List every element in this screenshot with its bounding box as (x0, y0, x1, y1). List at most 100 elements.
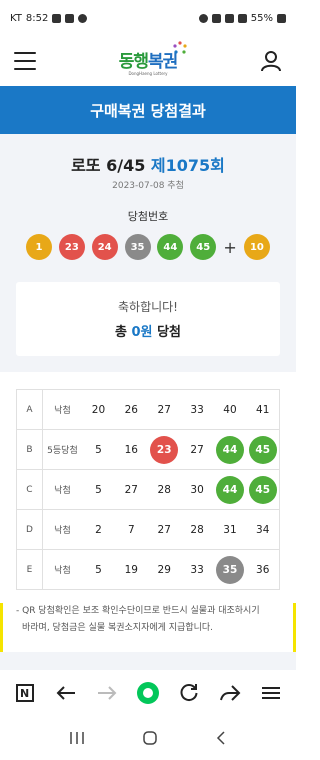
ticket-number: 28 (180, 509, 214, 550)
ticket-row: C 낙첨 5 27 28 30 44 45 (16, 469, 280, 510)
share-button[interactable] (217, 680, 243, 706)
plus-sign: + (223, 237, 237, 257)
back-button[interactable] (53, 680, 79, 706)
share-icon (220, 685, 241, 701)
ticket-number: 16 (114, 429, 148, 470)
ticket-result: 낙첨 (54, 406, 71, 416)
ticket-label: C (16, 469, 43, 510)
signal-icon (237, 13, 247, 23)
ticket-number: 29 (147, 549, 181, 590)
arrow-right-icon (97, 686, 117, 700)
ticket-label: D (16, 509, 43, 550)
ticket-number-cell: 23 (147, 429, 181, 470)
user-icon[interactable] (260, 50, 282, 72)
ticket-number: 27 (157, 403, 171, 416)
ticket-number-cell: 44 (213, 429, 247, 470)
ticket-label: B (16, 429, 43, 470)
green-dot-button[interactable] (135, 680, 161, 706)
home-icon[interactable] (142, 730, 158, 746)
menu-lines-icon (262, 687, 281, 699)
arrow-left-icon (56, 686, 75, 700)
bonus-ball: 10 (243, 234, 270, 260)
ticket-number-cell: 44 (213, 469, 247, 510)
ticket-number: 41 (256, 403, 270, 416)
ticket-row: D 낙첨 2 7 27 28 31 34 (16, 509, 280, 550)
congrats-text: 축하합니다! (117, 300, 178, 314)
page-footer-strip (0, 652, 296, 670)
ticket-number: 27 (114, 469, 148, 510)
ticket-number: 20 (91, 403, 106, 416)
winning-ball: 44 (157, 234, 184, 260)
ticket-number: 40 (223, 403, 237, 416)
logo-burst-icon (173, 40, 187, 54)
naver-home-button[interactable]: N (12, 680, 38, 706)
ticket-row: E 낙첨 5 19 29 33 35 36 (16, 549, 280, 590)
carrier-label: KT (10, 12, 22, 24)
matched-number-ball: 23 (150, 435, 179, 464)
ticket-number-cell: 45 (246, 469, 280, 510)
ticket-number: 5 (82, 469, 115, 510)
winning-ball: 23 (58, 234, 85, 260)
site-header: 동행복권 DongHaeng Lottery (0, 36, 296, 86)
browser-toolbar: N (0, 670, 296, 716)
ticket-number: 36 (246, 549, 280, 590)
ticket-label: E (16, 549, 43, 590)
system-nav-bar (0, 716, 296, 760)
round-title: 로또 6/45 제1075회 (71, 156, 225, 175)
matched-number-ball: 35 (215, 555, 244, 584)
app-notification-icon (65, 13, 75, 23)
ticket-result: 낙첨 (42, 509, 83, 550)
winning-ball: 35 (124, 234, 151, 260)
prize-summary: 축하합니다! 총 0원 당첨 (16, 282, 280, 356)
alarm-icon (198, 13, 208, 23)
matched-number-ball: 45 (248, 435, 277, 464)
ticket-number: 27 (180, 429, 214, 470)
battery-icon (277, 13, 286, 23)
ticket-number: 7 (114, 509, 148, 550)
page-title: 구매복권 당첨결과 (0, 86, 296, 134)
wifi-icon (224, 13, 234, 23)
matched-number-ball: 45 (248, 475, 277, 504)
refresh-button[interactable] (176, 680, 202, 706)
notice-text: - QR 당첨확인은 보조 확인수단이므로 반드시 실물과 대조하시기 바라며,… (16, 606, 260, 633)
gallery-icon (52, 13, 62, 23)
ticket-number: 5 (82, 429, 115, 470)
clock: 8:52 (25, 12, 49, 24)
naver-n-icon: N (15, 684, 34, 702)
winning-ball: 24 (91, 234, 118, 260)
ticket-number: 5 (82, 549, 115, 590)
status-bar: KT 8:52 55% (0, 0, 296, 36)
back-nav-icon[interactable] (215, 730, 227, 746)
matched-number-ball: 44 (215, 475, 244, 504)
forward-button[interactable] (94, 680, 120, 706)
site-logo[interactable]: 동행복권 DongHaeng Lottery (119, 40, 187, 76)
ticket-number: 34 (246, 509, 280, 550)
ticket-table: A 낙첨 20 26 27 33 40 41 B 5등당첨 5 16 23 27 44 45 C 낙첨 5 27 28 3… (16, 389, 280, 590)
ticket-number: 30 (180, 469, 214, 510)
ticket-row: A 낙첨 20 26 27 33 40 41 (16, 389, 280, 430)
ticket-label: A (16, 389, 43, 430)
total-prize: 총 0원 당첨 (115, 325, 181, 340)
ticket-row: B 5등당첨 5 16 23 27 44 45 (16, 429, 280, 470)
winning-numbers-label: 당첨번호 (127, 210, 169, 223)
result-panel: 로또 6/45 제1075회 2023-07-08 추첨 당첨번호 1 23 2… (0, 134, 296, 372)
ticket-number: 31 (213, 509, 247, 550)
ticket-number: 26 (124, 403, 138, 416)
refresh-icon (180, 684, 198, 702)
ticket-number: 2 (82, 509, 115, 550)
more-menu-button[interactable] (258, 680, 284, 706)
ticket-number: 33 (180, 549, 214, 590)
winning-ball: 1 (26, 234, 52, 260)
mute-icon (211, 13, 221, 23)
draw-date: 2023-07-08 추첨 (112, 181, 184, 191)
ticket-result: 5등당첨 (42, 429, 83, 470)
matched-number-ball: 44 (215, 435, 244, 464)
ticket-number: 27 (147, 509, 181, 550)
ticket-result: 낙첨 (42, 549, 83, 590)
ticket-result: 낙첨 (42, 469, 83, 510)
winning-ball: 45 (190, 234, 217, 260)
green-dot-icon (136, 682, 159, 704)
recent-apps-icon[interactable] (69, 731, 85, 745)
winning-numbers: 1 23 24 35 44 45 + 10 (26, 234, 270, 260)
menu-icon[interactable] (14, 52, 36, 70)
